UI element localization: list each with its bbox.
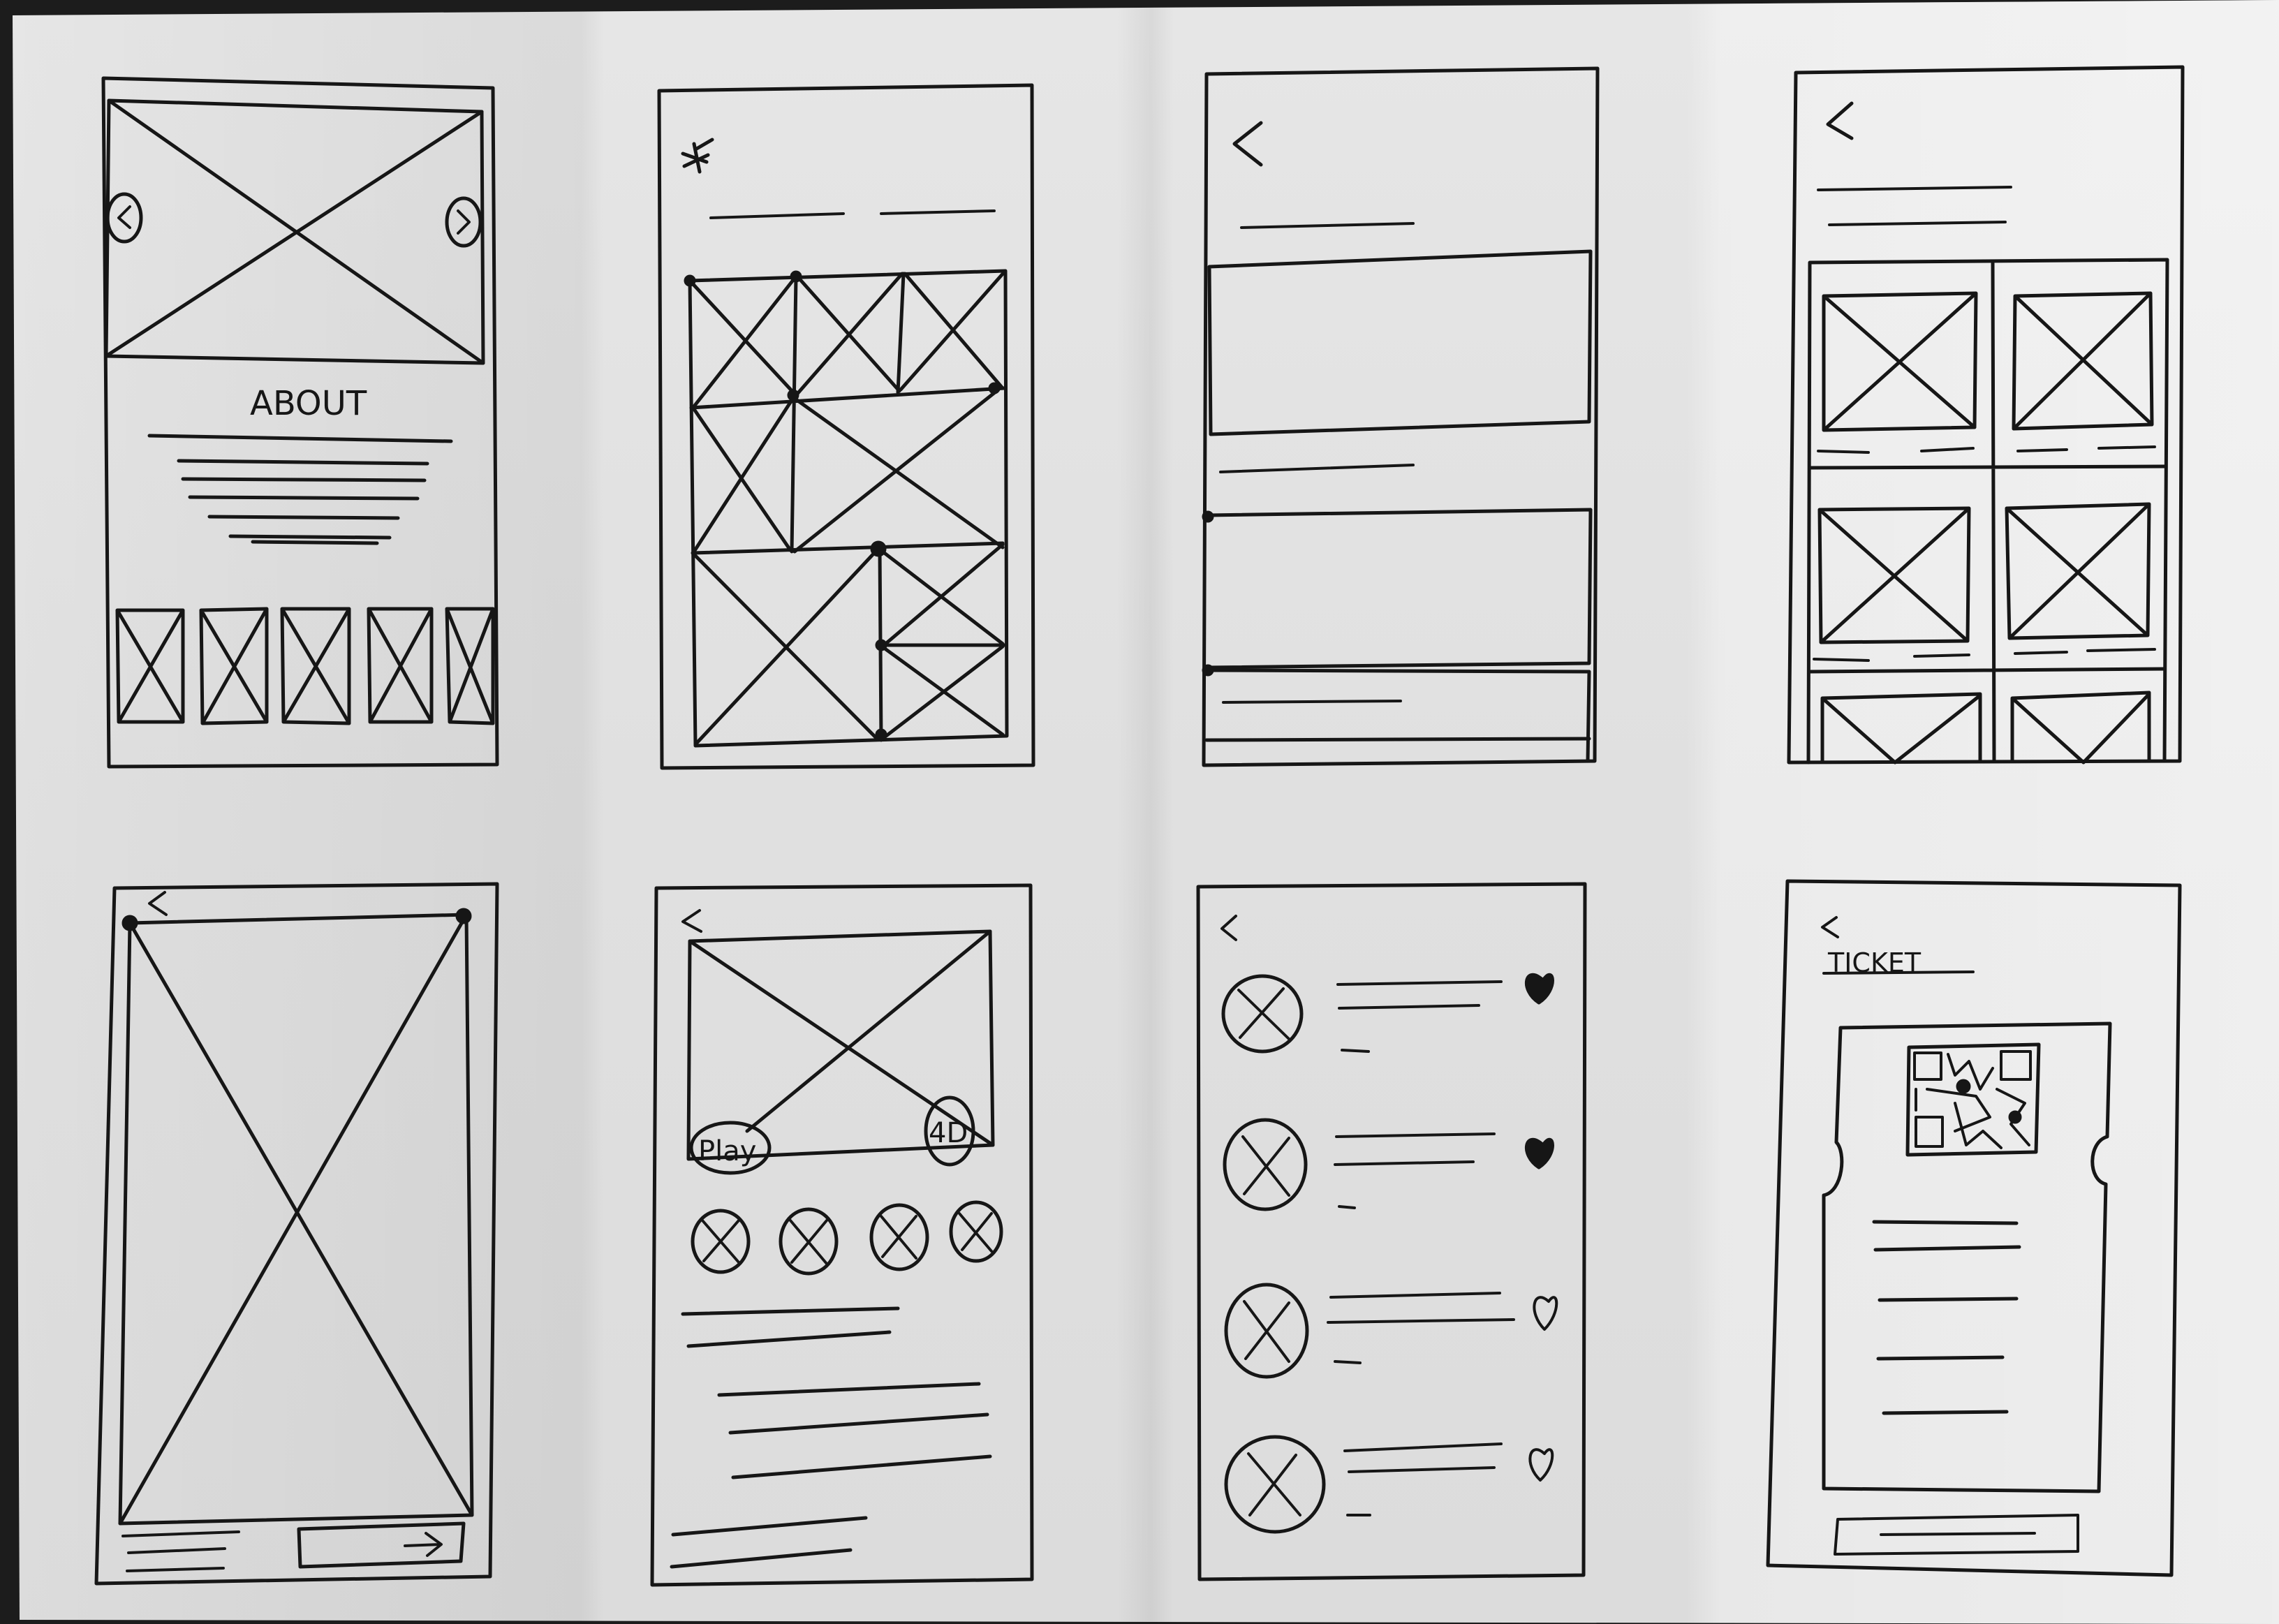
page-title-line xyxy=(1240,222,1415,229)
ticket-info-lines xyxy=(1872,1220,2021,1415)
list-item[interactable] xyxy=(1224,1283,1558,1379)
heart-outline-icon[interactable] xyxy=(1528,1448,1554,1482)
screen-fullimage-frame xyxy=(94,882,499,1586)
masonry-grid xyxy=(684,269,1009,748)
format-badge-label: 4D xyxy=(929,1117,968,1149)
carousel-next-button[interactable] xyxy=(445,196,482,248)
play-label: Play xyxy=(698,1135,756,1167)
screen-gallery xyxy=(657,83,1035,770)
product-tile[interactable] xyxy=(1820,692,1982,765)
screen-grid xyxy=(1787,65,2185,765)
nav-tab-1[interactable] xyxy=(709,212,845,219)
heart-filled-icon[interactable] xyxy=(1524,1138,1554,1169)
back-arrow-icon[interactable] xyxy=(1232,121,1263,167)
nav-tab-2[interactable] xyxy=(880,209,996,215)
screen-favorites xyxy=(1196,882,1587,1581)
title-line xyxy=(1817,186,2012,191)
back-arrow-icon[interactable] xyxy=(1821,916,1839,938)
screen-cards xyxy=(1202,66,1600,767)
product-grid xyxy=(1806,258,2169,765)
avatar[interactable] xyxy=(779,1207,839,1276)
heart-filled-icon[interactable] xyxy=(1524,973,1554,1005)
subtitle-line xyxy=(1828,221,2007,226)
back-arrow-icon[interactable] xyxy=(681,909,702,933)
about-text-lines xyxy=(147,434,453,545)
chevron-right-icon xyxy=(457,209,471,235)
card-caption-line xyxy=(1222,700,1402,704)
cast-avatars xyxy=(691,1200,1003,1276)
logo-icon xyxy=(681,138,714,174)
format-badge-button[interactable]: 4D xyxy=(924,1095,975,1167)
avatar[interactable] xyxy=(949,1200,1003,1263)
next-arrow-icon xyxy=(404,1532,443,1557)
thumbnail[interactable] xyxy=(115,608,185,724)
hero-image-placeholder xyxy=(104,98,485,365)
chevron-left-icon xyxy=(117,205,131,229)
confirm-button[interactable] xyxy=(1834,1514,2079,1556)
fullscreen-image-placeholder xyxy=(118,908,474,1526)
back-arrow-icon[interactable] xyxy=(1220,915,1237,941)
screen-ticket-frame xyxy=(1766,879,2182,1577)
list-item[interactable] xyxy=(1223,1118,1554,1211)
screen-ticket: TICKET xyxy=(1766,879,2182,1577)
thumbnail[interactable] xyxy=(367,607,434,724)
product-tile[interactable] xyxy=(1817,506,1971,644)
carousel-prev-button[interactable] xyxy=(105,192,143,244)
caption-lines xyxy=(121,1530,240,1572)
heart-outline-icon[interactable] xyxy=(1533,1296,1558,1331)
wireframe-sketch-sheet: ABOUT Play 4D TICKET xyxy=(94,65,2185,1587)
product-tile[interactable] xyxy=(2012,291,2154,431)
thumbnail[interactable] xyxy=(199,607,269,725)
thumbnail[interactable] xyxy=(280,607,351,725)
screen-about: ABOUT xyxy=(101,76,499,769)
back-arrow-icon[interactable] xyxy=(148,891,168,916)
avatar[interactable] xyxy=(691,1209,751,1274)
back-arrow-icon[interactable] xyxy=(1826,101,1854,140)
product-tile[interactable] xyxy=(2005,502,2151,640)
description-lines xyxy=(670,1306,992,1569)
screen-fullimage xyxy=(94,882,499,1586)
play-button[interactable]: Play xyxy=(689,1121,772,1175)
screen-cards-frame xyxy=(1202,66,1600,767)
thumbnail[interactable] xyxy=(445,607,495,725)
screen-grid-frame xyxy=(1787,65,2185,765)
content-card[interactable] xyxy=(1207,249,1593,436)
content-card[interactable] xyxy=(1204,508,1593,670)
avatar[interactable] xyxy=(869,1203,929,1271)
list-item[interactable] xyxy=(1221,973,1554,1054)
list-item[interactable] xyxy=(1224,1435,1554,1534)
thumbnail-strip xyxy=(115,607,495,725)
qr-code-icon xyxy=(1905,1042,2041,1157)
about-heading: ABOUT xyxy=(250,384,367,423)
next-button[interactable] xyxy=(297,1521,466,1569)
card-caption-line xyxy=(1219,464,1415,473)
screen-video: Play 4D xyxy=(650,883,1034,1587)
product-tile[interactable] xyxy=(1822,291,1978,432)
product-tile[interactable] xyxy=(2010,691,2151,765)
